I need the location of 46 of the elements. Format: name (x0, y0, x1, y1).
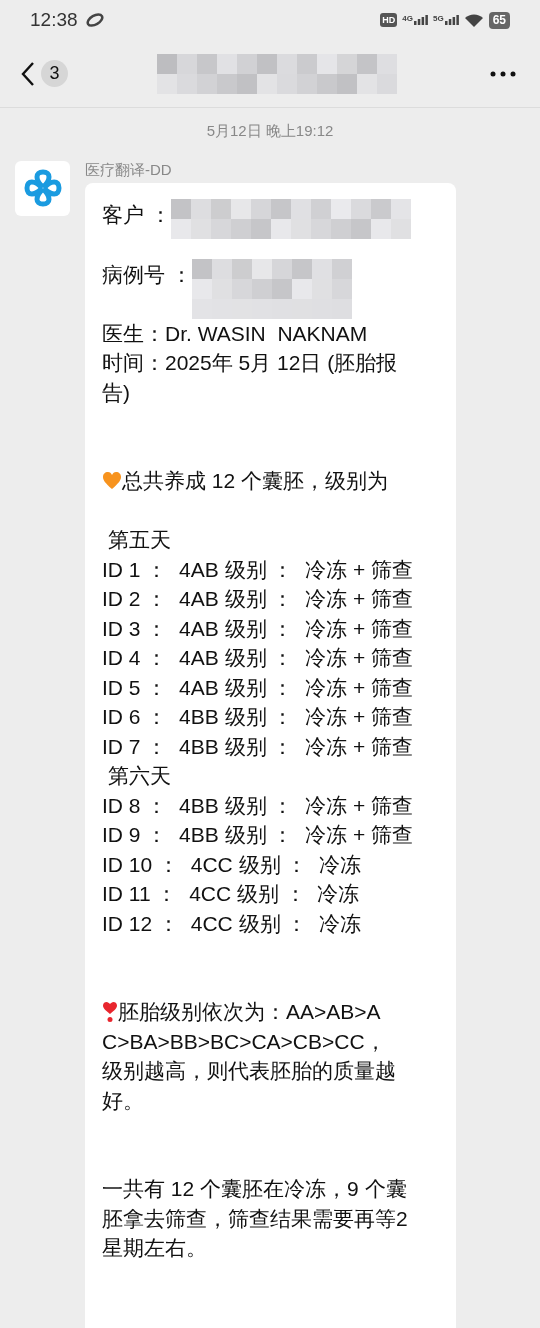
back-button[interactable] (20, 60, 36, 87)
signal-icon (444, 15, 459, 25)
message-line: ID 3 ： 4AB 级别 ： 冷冻 + 筛查 (102, 615, 413, 642)
message-line: ID 1 ： 4AB 级别 ： 冷冻 + 筛查 (102, 556, 413, 583)
sender-name: 医疗翻译-DD (85, 160, 173, 179)
message-line: 第六天 (106, 763, 171, 789)
heart-icon (102, 470, 122, 491)
message-line: C>BA>BB>BC>CA>CB>CC， (102, 1028, 386, 1055)
clover-logo-icon (22, 168, 63, 208)
sender-avatar[interactable] (15, 160, 70, 216)
field-label: 客户 ： (102, 201, 171, 228)
message-line: ID 10 ： 4CC 级别 ： 冷冻 (102, 851, 362, 878)
battery-indicator: 65 (488, 11, 510, 29)
more-icon (490, 70, 516, 77)
date-divider: 5月12日 晚上19:12 (206, 121, 334, 141)
message-line: 第五天 (106, 527, 171, 553)
unread-count-badge: 3 (41, 60, 68, 87)
message-line: 时间：2025年 5月 12日 (胚胎报 (102, 350, 398, 376)
heart-exclamation-icon (102, 1000, 118, 1023)
field-label: 病例号 ： (102, 261, 192, 288)
message-line: 级别越高，则代表胚胎的质量越 (102, 1058, 396, 1084)
wifi-icon (463, 12, 484, 28)
message-line: 一共有 12 个囊胚在冷冻，9 个囊 (102, 1176, 407, 1202)
orbit-icon (85, 13, 104, 27)
message-line: 医生：Dr. WASIN NAKNAM (102, 320, 368, 347)
message-line: ID 6 ： 4BB 级别 ： 冷冻 + 筛查 (102, 704, 413, 730)
network-label: 4G (402, 15, 413, 23)
message-line: ID 7 ： 4BB 级别 ： 冷冻 + 筛查 (102, 733, 413, 760)
message-line: ID 12 ： 4CC 级别 ： 冷冻 (102, 910, 362, 937)
message-line: ID 11 ： 4CC 级别 ： 冷冻 (102, 881, 360, 907)
signal-icon (413, 15, 428, 25)
message-line: 星期左右。 (102, 1235, 207, 1261)
message-line: 告) (102, 379, 130, 406)
message-line: 好。 (102, 1087, 144, 1114)
message-line: 胚拿去筛查，筛查结果需要再等2 (102, 1205, 408, 1232)
message-line: ID 8 ： 4BB 级别 ： 冷冻 + 筛查 (102, 792, 413, 819)
message-line: ID 9 ： 4BB 级别 ： 冷冻 + 筛查 (102, 822, 413, 848)
back-icon (20, 60, 36, 87)
message-line: ID 2 ： 4AB 级别 ： 冷冻 + 筛查 (102, 586, 413, 612)
network-label: 5G (432, 15, 444, 23)
message-line: 总共养成 12 个囊胚，级别为 (122, 468, 389, 494)
message-line: 胚胎级别依次为：AA>AB>A (118, 999, 381, 1025)
hd-badge: HD (380, 13, 398, 27)
message-line: ID 5 ： 4AB 级别 ： 冷冻 + 筛查 (102, 674, 413, 701)
clock-time: 12:38 (30, 7, 78, 32)
message-line: ID 4 ： 4AB 级别 ： 冷冻 + 筛查 (102, 645, 413, 671)
